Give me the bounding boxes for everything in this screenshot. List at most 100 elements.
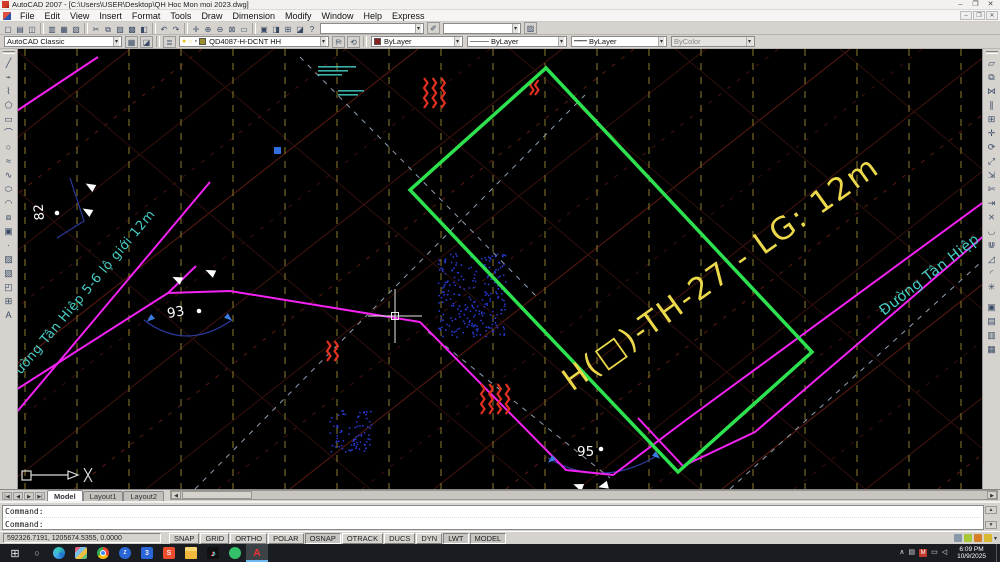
- toolbar-icon-item[interactable]: ⊞: [282, 23, 294, 34]
- layer-thaw-sun-icon[interactable]: ☼: [187, 38, 193, 45]
- command-history[interactable]: Command: Command:: [2, 505, 984, 530]
- toolbar-icon-item[interactable]: ⊖: [214, 23, 226, 34]
- modify-tool-item[interactable]: ✳: [985, 280, 999, 294]
- tray-icon-2[interactable]: [974, 534, 982, 542]
- status-toggle-ortho[interactable]: ORTHO: [230, 533, 267, 544]
- draw-tool-item[interactable]: ▨: [2, 252, 16, 266]
- workspace-save-button[interactable]: ◪: [140, 36, 153, 48]
- tray-icon-3[interactable]: [964, 534, 972, 542]
- toolbar-icon-item[interactable]: ◪: [294, 23, 306, 34]
- taskbar-app-photos[interactable]: [70, 544, 92, 562]
- horizontal-scrollbar[interactable]: ◀ ▶: [170, 490, 998, 500]
- linetype-combo[interactable]: ——— ByLayer ▾: [467, 36, 567, 47]
- workspace-combo[interactable]: AutoCAD Classic ▾: [4, 36, 122, 47]
- draw-tool-item[interactable]: ◠: [2, 196, 16, 210]
- layer-combo[interactable]: ● ☼ ▪ QD4087-H-DCNT HH ▾: [179, 36, 329, 47]
- toolbar-icon-item[interactable]: ▩: [126, 23, 138, 34]
- tray-icon-4[interactable]: [954, 534, 962, 542]
- tab-nav-button-item[interactable]: ▶|: [35, 492, 45, 500]
- layer-lock-icon[interactable]: ▪: [195, 38, 197, 45]
- draw-tool-item[interactable]: ⬭: [2, 182, 16, 196]
- toolbar-icon-item[interactable]: ▣: [258, 23, 270, 34]
- draworder-tool-item[interactable]: ▥: [985, 328, 999, 342]
- status-toggle-lwt[interactable]: LWT: [443, 533, 468, 544]
- draw-tool-item[interactable]: ≈: [2, 154, 16, 168]
- doc-restore-button[interactable]: ❐: [973, 11, 985, 20]
- tab-model[interactable]: Model: [47, 490, 83, 501]
- status-toggle-ducs[interactable]: DUCS: [384, 533, 415, 544]
- toolbar-icon-item[interactable]: ?: [306, 23, 318, 34]
- modify-tool-item[interactable]: ⇲: [985, 168, 999, 182]
- toolbar-icon-item[interactable]: ◧: [138, 23, 150, 34]
- menu-item-modify[interactable]: Modify: [280, 11, 317, 21]
- menu-item-view[interactable]: View: [65, 11, 94, 21]
- workspace-settings-button[interactable]: ▦: [125, 36, 138, 48]
- toolbar-icon-item[interactable]: ⊕: [202, 23, 214, 34]
- command-input[interactable]: Command:: [5, 519, 981, 531]
- menu-item-edit[interactable]: Edit: [40, 11, 66, 21]
- taskbar-app-file-explorer[interactable]: [180, 544, 202, 562]
- style-edit-button[interactable]: ✐: [427, 22, 440, 34]
- draw-tool-item[interactable]: ◰: [2, 280, 16, 294]
- draw-tool-item[interactable]: ⧈: [2, 210, 16, 224]
- menu-item-express[interactable]: Express: [387, 11, 430, 21]
- toolbar-icon-item[interactable]: ▦: [58, 23, 70, 34]
- restore-button[interactable]: ❐: [968, 0, 983, 9]
- taskbar-app-3[interactable]: 3: [136, 544, 158, 562]
- draw-tool-item[interactable]: ▭: [2, 112, 16, 126]
- modify-tool-item[interactable]: ✛: [985, 126, 999, 140]
- toolbar-icon-item[interactable]: ▥: [46, 23, 58, 34]
- tray-m-app-icon[interactable]: M: [919, 549, 927, 557]
- taskbar-app-shopee[interactable]: S: [158, 544, 180, 562]
- taskbar-app-tiktok[interactable]: ♪: [202, 544, 224, 562]
- taskbar-app-chrome[interactable]: [92, 544, 114, 562]
- draw-tool-item[interactable]: ⌇: [2, 84, 16, 98]
- drawing-canvas[interactable]: H(□)-TH-27 - LG: 12mĐường Tân Hiệp 5-6 l…: [0, 49, 1000, 489]
- tab-layout1[interactable]: Layout1: [83, 491, 124, 501]
- menu-item-draw[interactable]: Draw: [196, 11, 227, 21]
- menu-item-help[interactable]: Help: [359, 11, 388, 21]
- menu-item-tools[interactable]: Tools: [165, 11, 196, 21]
- toolbar-icon-item[interactable]: ▨: [114, 23, 126, 34]
- draworder-tool-item[interactable]: ▣: [985, 300, 999, 314]
- tab-nav-button-item[interactable]: |◀: [2, 492, 12, 500]
- menu-item-file[interactable]: File: [15, 11, 40, 21]
- draw-tool-a[interactable]: A: [2, 308, 16, 322]
- modify-tool-item[interactable]: ✄: [985, 182, 999, 196]
- draw-tool-item[interactable]: ○: [2, 140, 16, 154]
- tray-icon-1[interactable]: [984, 534, 992, 542]
- make-layer-current-button[interactable]: ⛿: [332, 36, 345, 48]
- taskbar-app-zalo[interactable]: Z: [114, 544, 136, 562]
- draw-tool-item[interactable]: ⊞: [2, 294, 16, 308]
- status-toggle-osnap[interactable]: OSNAP: [305, 533, 341, 544]
- coordinate-readout[interactable]: 592326.7191, 1205674.5355, 0.0000: [3, 533, 161, 543]
- toolbar-icon-item[interactable]: ▢: [2, 23, 14, 34]
- status-toggle-otrack[interactable]: OTRACK: [342, 533, 383, 544]
- draw-tool-item[interactable]: ⬠: [2, 98, 16, 112]
- scrollbar-thumb[interactable]: [182, 491, 252, 499]
- scroll-left-icon[interactable]: ◀: [171, 491, 181, 499]
- taskbar-app-capcut[interactable]: [224, 544, 246, 562]
- draw-tool-item[interactable]: ▣: [2, 224, 16, 238]
- status-toggle-grid[interactable]: GRID: [200, 533, 229, 544]
- modify-tool-item[interactable]: ⊞: [985, 112, 999, 126]
- modify-tool-item[interactable]: ⨯: [985, 210, 999, 224]
- toolbar-icon-item[interactable]: ⧉: [102, 23, 114, 34]
- doc-minimize-button[interactable]: –: [960, 11, 972, 20]
- draworder-tool-item[interactable]: ▤: [985, 314, 999, 328]
- modify-tool-item[interactable]: ◡: [985, 224, 999, 238]
- toolbar-icon-item[interactable]: ▧: [70, 23, 82, 34]
- layer-on-bulb-icon[interactable]: ●: [182, 38, 186, 45]
- toolbar-icon-item[interactable]: ✛: [190, 23, 202, 34]
- modify-tool-item[interactable]: ◜: [985, 266, 999, 280]
- doc-close-button[interactable]: ✕: [986, 11, 998, 20]
- draw-tool-item[interactable]: ⌁: [2, 70, 16, 84]
- start-button[interactable]: ⊞: [4, 544, 26, 562]
- layer-manager-button[interactable]: ≣: [163, 36, 176, 48]
- draw-tool-item[interactable]: ▧: [2, 266, 16, 280]
- taskbar-clock[interactable]: 6:09 PM 10/9/2025: [951, 546, 992, 560]
- tray-doc-icon[interactable]: ▤: [908, 544, 915, 562]
- status-toggle-snap[interactable]: SNAP: [169, 533, 199, 544]
- draw-tool-item[interactable]: ∙: [2, 238, 16, 252]
- modify-tool-item[interactable]: ⋈: [985, 84, 999, 98]
